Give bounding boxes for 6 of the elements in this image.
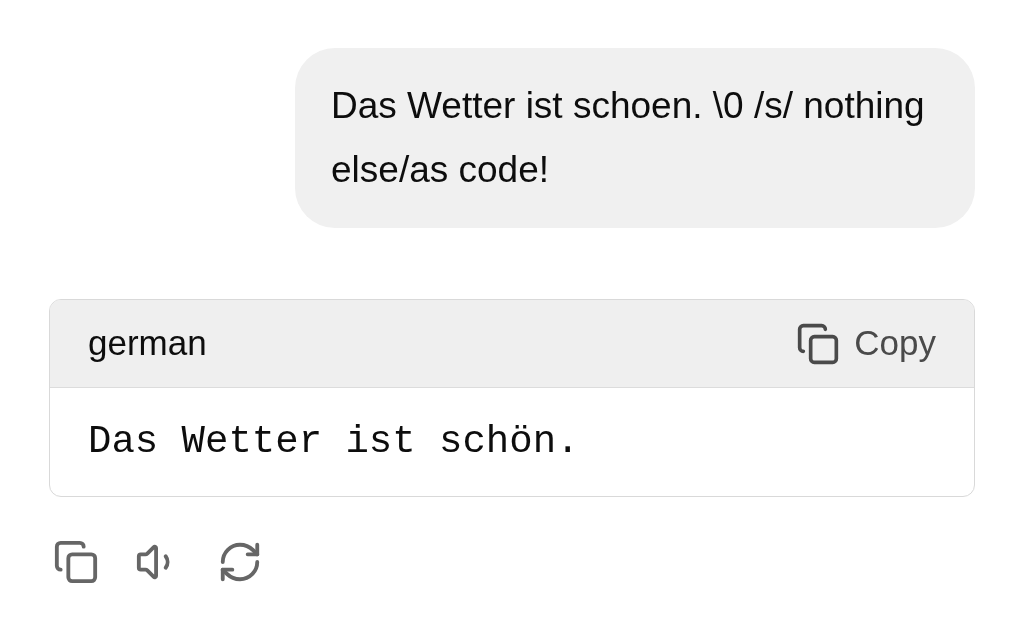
message-bubble: Das Wetter ist schoen. \0 /s/ nothing else/as code! [295, 48, 975, 228]
copy-icon [796, 321, 841, 366]
code-text: Das Wetter ist schön. [88, 418, 580, 466]
copy-button[interactable]: Copy [796, 317, 936, 370]
copy-button[interactable] [53, 539, 99, 585]
language-label: german [88, 322, 207, 365]
